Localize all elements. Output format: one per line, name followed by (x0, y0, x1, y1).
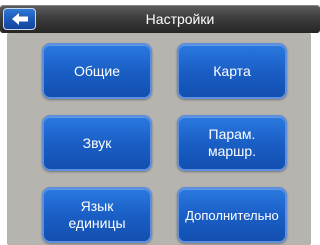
page-title: Настройки (145, 11, 215, 27)
back-button[interactable] (3, 8, 36, 30)
language-units-button[interactable]: Язык единицы (42, 187, 152, 243)
language-units-label: Язык единицы (68, 198, 126, 231)
back-arrow-icon (11, 13, 28, 25)
settings-menu-panel: Общие Карта Звук Парам. маршр. Язык един… (7, 33, 311, 245)
sound-settings-button[interactable]: Звук (42, 115, 152, 171)
title-bar: Настройки (0, 5, 320, 33)
settings-screen: Настройки Общие Карта Звук Парам. маршр.… (0, 0, 320, 245)
advanced-settings-label: Дополнительно (185, 207, 279, 223)
general-settings-button[interactable]: Общие (42, 43, 152, 99)
map-settings-button[interactable]: Карта (177, 43, 287, 99)
route-params-button[interactable]: Парам. маршр. (177, 115, 287, 171)
map-settings-label: Карта (213, 62, 251, 79)
sound-settings-label: Звук (82, 134, 112, 151)
general-settings-label: Общие (73, 62, 121, 79)
advanced-settings-button[interactable]: Дополнительно (177, 187, 287, 243)
route-params-label: Парам. маршр. (207, 126, 257, 159)
